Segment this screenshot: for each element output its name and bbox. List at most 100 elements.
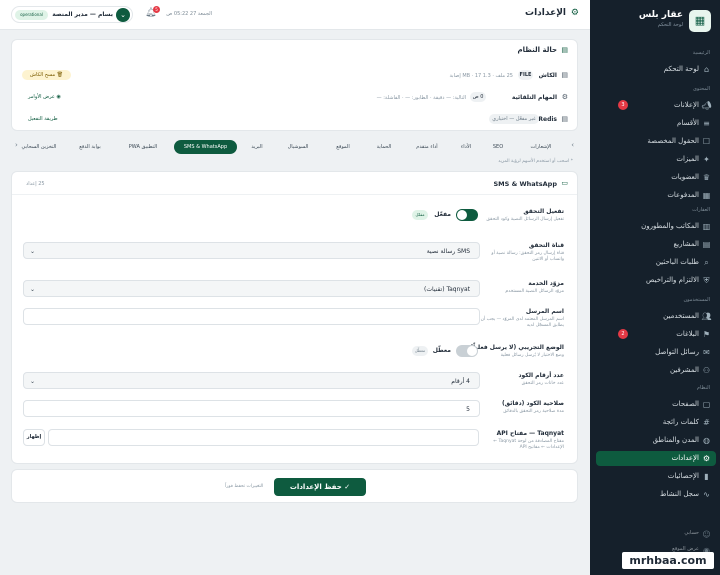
field-help: قناة إرسال رمز التحقق: رسالة نصية أو وات… xyxy=(491,251,564,262)
sidebar-item-megaphone[interactable]: 📣︎ الإعلانات 3 xyxy=(596,98,716,113)
field-help: مدة صلاحية رمز التحقق بالدقائق xyxy=(503,409,564,414)
trash-icon: 🗑︎ xyxy=(56,72,64,78)
save-bar: ✓ حفظ الإعدادات التغييرات تحفظ فوراً xyxy=(11,469,578,503)
toggle-switch[interactable] xyxy=(456,345,478,357)
status-badge: معطّل xyxy=(412,346,428,356)
card-icon: ▦ xyxy=(702,191,711,200)
brand-subtitle: لوحة التحكم xyxy=(657,22,683,28)
eye-icon: ◉ xyxy=(56,94,61,100)
sidebar-item-shield[interactable]: ⛨ الالتزام والتراخيص xyxy=(596,273,716,288)
sidebar-item-label: المشاريع xyxy=(673,240,699,248)
enable-redis-link[interactable]: طريقة التفعيل xyxy=(28,116,58,122)
gear-icon: ⚙ xyxy=(702,454,711,463)
chart-icon: ▮ xyxy=(704,472,709,481)
tab-0[interactable]: الإشعارات xyxy=(517,140,565,154)
sidebar-item-label: الأقسام xyxy=(677,119,699,127)
sidebar-item-label: الصفحات xyxy=(672,400,699,408)
sidebar-item-label: البلاغات xyxy=(676,330,699,338)
field-help: مفتاح المصادقة من لوحة Taqnyat ← الإعداد… xyxy=(493,439,564,450)
sidebar-section-label: المحتوى xyxy=(692,86,710,92)
tab-10[interactable]: بوابة الدفع xyxy=(67,140,113,154)
sidebar-item-page[interactable]: ▢ الصفحات xyxy=(596,397,716,412)
view-commands-button[interactable]: ◉ عرض الأوامر xyxy=(28,94,61,100)
sidebar-item-flag[interactable]: ⚑ البلاغات 2 xyxy=(596,327,716,342)
sidebar-item-label: المستخدمين xyxy=(663,312,699,320)
brand[interactable]: ▦ عقار بلس لوحة التحكم xyxy=(596,9,711,33)
count-badge: 3 xyxy=(618,100,628,110)
activity-icon: ∿ xyxy=(703,490,710,499)
database-icon: ▤ xyxy=(561,115,568,123)
select-field[interactable]: Taqnyat (تقنيات) ⌄ xyxy=(23,280,480,297)
sidebar-item-fields[interactable]: ☐ الحقول المخصصة xyxy=(596,134,716,149)
brand-name: عقار بلس xyxy=(638,10,683,20)
text-input[interactable]: 5 xyxy=(23,400,480,417)
tab-9[interactable]: التطبيق PWA xyxy=(118,140,168,154)
show-key-button[interactable]: إظهار xyxy=(23,429,45,446)
tab-5[interactable]: الموقع xyxy=(324,140,362,154)
cache-meta: 25 ملف · 1.3 MB · 17 إصابة xyxy=(449,73,514,79)
sidebar-item-tag[interactable]: # كلمات رائجة xyxy=(596,415,716,430)
field-label: Taqnyat — مفتاح API xyxy=(496,430,564,437)
sidebar-item-crown[interactable]: ♛ العضويات xyxy=(596,170,716,185)
check-icon: ✓ xyxy=(344,483,351,491)
user-menu[interactable]: ⌄ بسام — مدير المنصة operational xyxy=(11,6,133,23)
crown-icon: ♛ xyxy=(702,173,711,182)
sidebar-item-layers[interactable]: ≡ الأقسام xyxy=(596,116,716,131)
megaphone-icon: 📣︎ xyxy=(701,101,712,110)
notification-badge: 5 xyxy=(153,6,160,13)
sms-settings-card: ▭ SMS & WhatsApp 25 إعداد تفعيل التحقق تف… xyxy=(11,171,578,464)
tab-8[interactable]: SMS & WhatsApp xyxy=(174,140,237,154)
clear-cache-button[interactable]: 🗑︎ مسح الكاش xyxy=(22,70,71,80)
tab-2[interactable]: الأداء xyxy=(451,140,481,154)
sidebar-item-label: المشرفين xyxy=(669,366,699,374)
sidebar-item-label: المدن والمناطق xyxy=(652,436,699,444)
tab-4[interactable]: الحماية xyxy=(366,140,402,154)
sidebar-item-users[interactable]: 👥︎ المستخدمين xyxy=(596,309,716,324)
sidebar-item-home[interactable]: ⌂ لوحة التحكم xyxy=(596,62,716,77)
sidebar-item-building[interactable]: ▥ المكاتب والمطورون xyxy=(596,219,716,234)
toggle-switch[interactable] xyxy=(456,209,478,221)
sidebar-item-star[interactable]: ✦ الميزات xyxy=(596,152,716,167)
topbar: ⚙ الإعدادات الجمعة 27 05:22 ص 🔔︎ 5 ⌄ بسا… xyxy=(0,0,590,30)
field-help: تفعيل إرسال الرسائل النصية وكود التحقق xyxy=(486,217,564,222)
sidebar-item-activity[interactable]: ∿ سجل النشاط xyxy=(596,487,716,502)
field-label: عدد أرقام الكود xyxy=(518,372,564,379)
layers-icon: ≡ xyxy=(703,119,710,128)
sms-card-title: SMS & WhatsApp xyxy=(493,180,557,188)
sidebar-item-label: الإعلانات xyxy=(674,101,699,109)
sidebar-section-label: النظام xyxy=(696,385,710,391)
sidebar-item-mail[interactable]: ✉ رسائل التواصل xyxy=(596,345,716,360)
sidebar-footer-user[interactable]: ☺ حسابي xyxy=(596,527,716,542)
tab-7[interactable]: البريد xyxy=(242,140,272,154)
tab-11[interactable]: التخزين السحابي xyxy=(15,140,63,154)
select-field[interactable]: SMS رسالة نصية ⌄ xyxy=(23,242,480,259)
date-text: الجمعة 27 05:22 ص xyxy=(166,11,212,17)
cache-label: الكاش xyxy=(538,72,557,79)
sidebar-item-project[interactable]: ▤ المشاريع xyxy=(596,237,716,252)
sidebar-item-gear[interactable]: ⚙ الإعدادات xyxy=(596,451,716,466)
sidebar-item-card[interactable]: ▦ المدفوعات xyxy=(596,188,716,203)
gear-icon: ⚙ xyxy=(561,93,568,101)
clear-cache-label: مسح الكاش xyxy=(29,72,56,78)
tab-1[interactable]: SEO xyxy=(484,140,512,154)
sidebar-item-chart[interactable]: ▮ الإحصائيات xyxy=(596,469,716,484)
sidebar-item-admin[interactable]: ⚇ المشرفين xyxy=(596,363,716,378)
select-field[interactable]: 4 أرقام ⌄ xyxy=(23,372,480,389)
tab-3[interactable]: أداء متقدم xyxy=(406,140,448,154)
status-title: حالة النظام xyxy=(517,46,557,54)
text-input[interactable] xyxy=(23,308,480,325)
sidebar-item-search[interactable]: ⌕ طلبات الباحثين xyxy=(596,255,716,270)
grid-icon: ▦ xyxy=(689,10,711,32)
shield-icon: ⛨ xyxy=(703,276,710,285)
text-input[interactable] xyxy=(48,429,479,446)
field-label: مزوّد الخدمة xyxy=(528,280,564,287)
admin-icon: ⚇ xyxy=(702,366,711,375)
fields-icon: ☐ xyxy=(702,137,711,146)
save-button[interactable]: ✓ حفظ الإعدادات xyxy=(274,478,366,496)
sidebar-item-label: المدفوعات xyxy=(667,191,699,199)
user-icon: ☺ xyxy=(702,530,711,539)
sidebar-item-globe[interactable]: ◍ المدن والمناطق xyxy=(596,433,716,448)
chevron-right-icon[interactable]: › xyxy=(571,141,574,149)
sidebar-item-label: كلمات رائجة xyxy=(662,418,699,426)
tab-6[interactable]: السوشيال xyxy=(275,140,321,154)
